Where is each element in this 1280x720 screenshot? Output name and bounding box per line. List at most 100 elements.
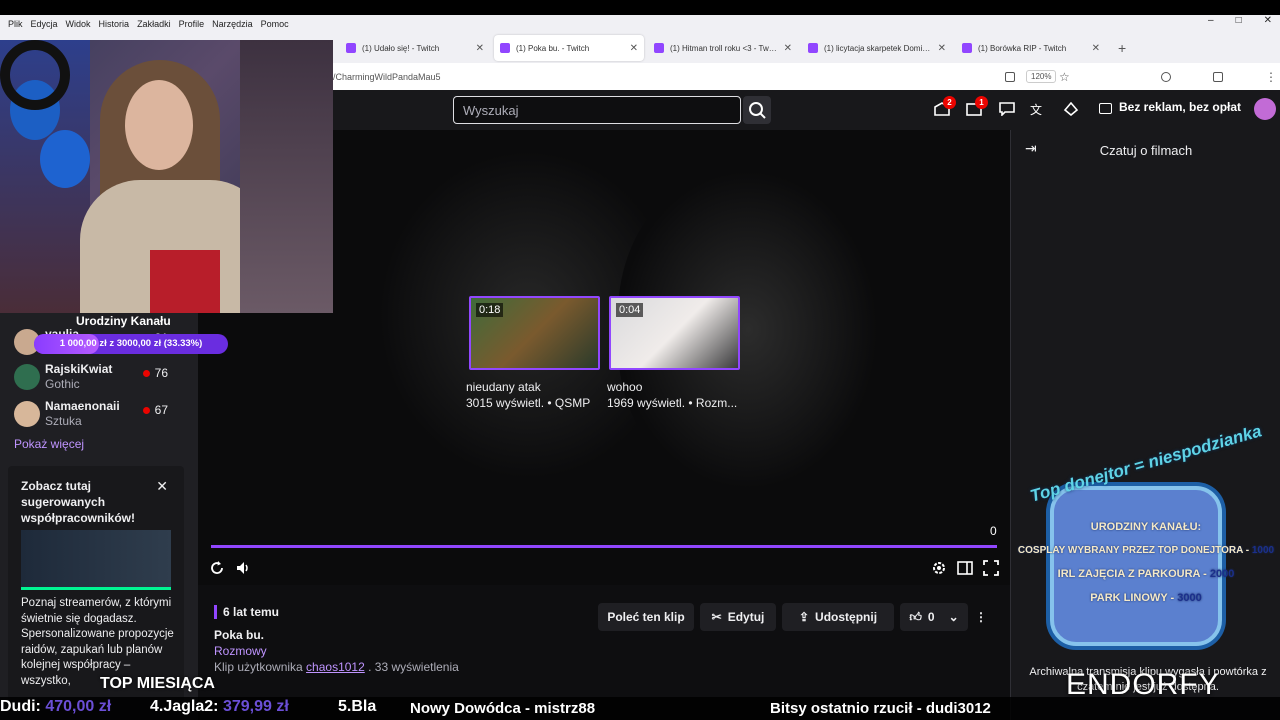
viewer-count: 76 — [143, 366, 168, 380]
endscreen-clip-title[interactable]: wohoo — [607, 380, 642, 394]
seek-counter: 0 — [990, 524, 997, 538]
install-icon[interactable] — [1005, 71, 1015, 82]
svg-text:文: 文 — [1030, 102, 1042, 116]
channel-category: Sztuka — [45, 414, 82, 428]
more-options-icon[interactable]: ⋮ — [972, 603, 990, 631]
account-icon[interactable] — [1161, 71, 1171, 82]
turbo-button[interactable]: Bez reklam, bez opłat — [1119, 100, 1241, 114]
bookmark-star-icon[interactable]: ☆ — [1059, 70, 1070, 84]
avatar — [14, 364, 40, 390]
sidebar-channel[interactable]: RajskiKwiat Gothic 76 — [14, 362, 194, 394]
channel-category: Gothic — [45, 377, 80, 391]
clip-age: 6 lat temu — [214, 605, 279, 619]
channel-name: Namaenonaii — [45, 399, 120, 413]
translate-icon[interactable]: 文 — [1030, 102, 1046, 117]
zoom-level[interactable]: 120% — [1026, 70, 1057, 83]
menu-plik[interactable]: Plik — [8, 19, 23, 29]
browser-tab[interactable]: (1) Hitman troll roku <3 - Twitch ✕ — [648, 35, 798, 61]
browser-tab-active[interactable]: (1) Poka bu. - Twitch ✕ — [494, 35, 644, 61]
window-titlebar — [0, 0, 1280, 15]
close-tab-icon[interactable]: ✕ — [938, 43, 946, 54]
url-text: /CharmingWildPandaMau5 — [333, 71, 441, 82]
theatre-mode-icon[interactable] — [957, 560, 973, 576]
close-tab-icon[interactable]: ✕ — [784, 43, 792, 54]
clip-title: Poka bu. — [214, 628, 265, 642]
endscreen-clip-title[interactable]: nieudany atak — [466, 380, 541, 394]
tab-title: (1) Hitman troll roku <3 - Twitch — [670, 43, 778, 53]
close-icon[interactable]: ✕ — [156, 478, 168, 495]
endscreen-clip-thumb[interactable]: 0:18 — [469, 296, 600, 370]
close-tab-icon[interactable]: ✕ — [476, 43, 484, 54]
blue-balloon — [40, 130, 90, 188]
clip-category-link[interactable]: Rozmowy — [214, 644, 267, 658]
sidebar-channel[interactable]: Namaenonaii Sztuka 67 — [14, 399, 194, 431]
poster-line-text: URODZINY KANAŁU: — [1090, 521, 1202, 533]
menu-pomoc[interactable]: Pomoc — [261, 19, 289, 29]
poster-line-text: PARK LINOWY - — [1090, 592, 1175, 604]
ticker-amount: 470,00 zł — [45, 698, 112, 715]
replay-icon[interactable] — [209, 560, 225, 576]
close-tab-icon[interactable]: ✕ — [1092, 43, 1100, 54]
extensions-icon[interactable] — [1213, 71, 1223, 82]
donation-goal-text: 1 000,00 zł z 3000,00 zł (33.33%) — [59, 338, 203, 349]
tab-title: (1) Poka bu. - Twitch — [516, 43, 590, 53]
inbox-badge: 2 — [943, 96, 956, 109]
poster-line-value: 1000 — [1251, 545, 1275, 556]
background-shelf — [240, 40, 333, 313]
user-avatar[interactable] — [1254, 98, 1276, 120]
search-button[interactable] — [743, 96, 771, 124]
poster-line: IRL ZAJĘCIA Z PARKOURA - 2000 — [1016, 568, 1276, 580]
scissors-icon: ✂ — [711, 610, 722, 624]
twitch-favicon-icon — [500, 43, 510, 53]
whispers-icon[interactable] — [999, 102, 1015, 117]
left-sidebar: yaulia 81 RajskiKwiat Gothic 76 Namaenon… — [0, 313, 198, 720]
clip-byline: Klip użytkownika chaos1012 . 33 wyświetl… — [214, 660, 459, 674]
twitch-favicon-icon — [654, 43, 664, 53]
poster-line-text: IRL ZAJĘCIA Z PARKOURA - — [1057, 568, 1207, 580]
tab-title: (1) Borówka RIP - Twitch — [978, 43, 1067, 53]
share-button[interactable]: ⇪ Udostępnij — [782, 603, 894, 631]
browser-tab[interactable]: (1) Udało się! - Twitch ✕ — [340, 35, 490, 61]
like-button[interactable]: 👍︎ 0 ⌄ — [900, 603, 968, 631]
address-bar[interactable]: /CharmingWildPandaMau5 120% ☆ ⋮ — [333, 63, 1280, 90]
progress-bar[interactable] — [211, 545, 997, 548]
menu-zakladki[interactable]: Zakładki — [137, 19, 171, 29]
fullscreen-icon[interactable] — [983, 560, 999, 576]
ticker-name: 4.Jagla2: — [150, 698, 223, 715]
menu-historia[interactable]: Historia — [99, 19, 130, 29]
twitch-favicon-icon — [346, 43, 356, 53]
ad-free-icon — [1099, 103, 1112, 114]
show-more-link[interactable]: Pokaż więcej — [14, 437, 84, 451]
poster-line: COSPLAY WYBRANY PRZEZ TOP DONEJTORA - 10… — [1016, 545, 1276, 556]
menu-widok[interactable]: Widok — [66, 19, 91, 29]
maximize-icon[interactable]: □ — [1236, 15, 1242, 26]
top-month-title: TOP MIESIĄCA — [100, 675, 215, 692]
menu-narzedzia[interactable]: Narzędzia — [212, 19, 253, 29]
notifications-icon[interactable]: 1 — [966, 96, 988, 116]
ticker-entry: Dudi: 470,00 zł — [0, 698, 111, 716]
streamer-top — [150, 250, 220, 313]
close-window-icon[interactable]: ✕ — [1264, 15, 1272, 26]
volume-icon[interactable] — [235, 560, 251, 576]
share-label: Udostępnij — [815, 610, 878, 624]
chevron-down-icon[interactable]: ⌄ — [949, 610, 959, 624]
endscreen-clip-meta: 3015 wyświetl. • QSMP — [466, 396, 591, 410]
endscreen-clip-thumb[interactable]: 0:04 — [609, 296, 740, 370]
edit-clip-button[interactable]: ✂ Edytuj — [700, 603, 776, 631]
minimize-icon[interactable]: – — [1208, 15, 1214, 26]
recommend-clip-button[interactable]: Poleć ten klip — [598, 603, 694, 631]
menu-edycja[interactable]: Edycja — [31, 19, 58, 29]
search-input[interactable]: Wyszukaj — [453, 96, 741, 124]
new-tab-icon[interactable]: + — [1118, 40, 1126, 56]
browser-tab[interactable]: (1) licytacja skarpetek Domi - Twitch ✕ — [802, 35, 952, 61]
bits-icon[interactable] — [1063, 101, 1079, 117]
close-tab-icon[interactable]: ✕ — [630, 43, 638, 54]
viewer-count: 67 — [143, 403, 168, 417]
menu-icon[interactable]: ⋮ — [1265, 70, 1277, 84]
menu-profile[interactable]: Profile — [179, 19, 205, 29]
settings-icon[interactable] — [931, 560, 947, 576]
prime-loot-icon[interactable]: 2 — [934, 96, 956, 116]
browser-tab[interactable]: (1) Borówka RIP - Twitch ✕ — [956, 35, 1106, 61]
clip-author-link[interactable]: chaos1012 — [306, 660, 365, 674]
endorfy-logo: ENDORFY — [1066, 668, 1220, 701]
